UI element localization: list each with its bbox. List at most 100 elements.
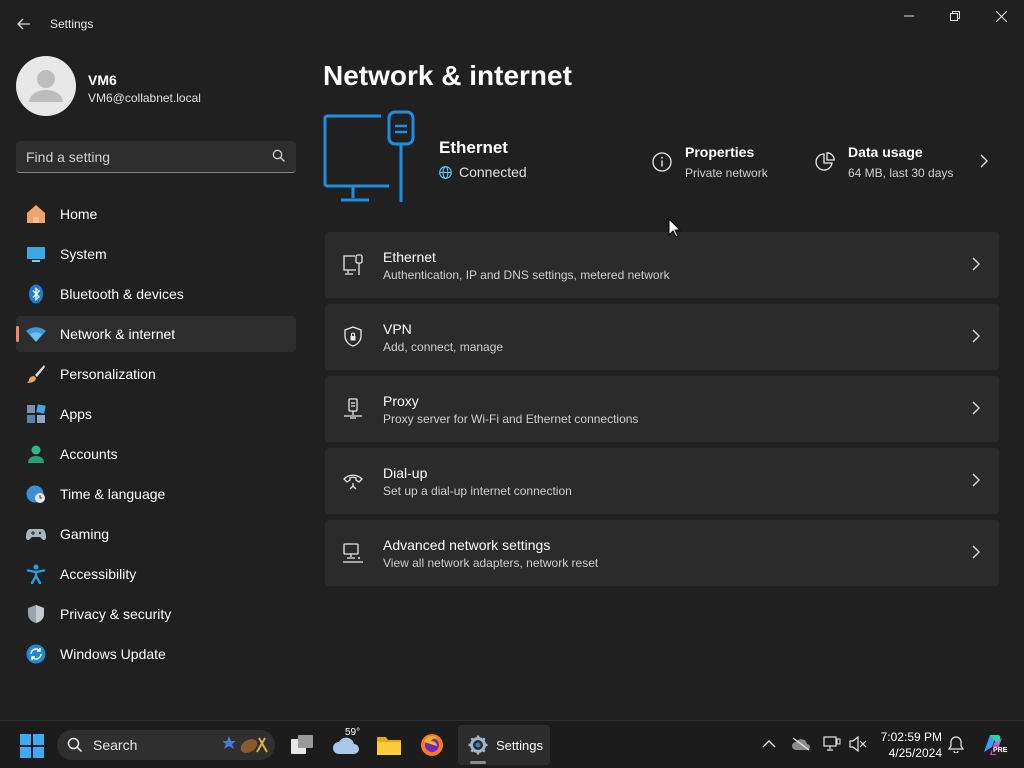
vpn-card[interactable]: VPN Add, connect, manage <box>325 304 999 370</box>
globe-clock-icon <box>26 485 45 503</box>
accessibility-icon <box>26 564 46 584</box>
pie-chart-icon <box>815 152 835 171</box>
active-app-indicator <box>470 761 486 764</box>
sidebar-item-label: Time & language <box>60 486 166 502</box>
sidebar-item-home[interactable]: Home <box>16 196 296 232</box>
network-wired-icon[interactable] <box>823 736 841 752</box>
globe-icon <box>439 165 452 179</box>
sidebar-item-personalization[interactable]: Personalization <box>16 356 296 392</box>
firefox-button[interactable] <box>416 729 448 761</box>
chevron-right-icon <box>972 545 980 559</box>
properties-title: Properties <box>685 144 755 160</box>
settings-gear-icon <box>468 735 488 755</box>
sidebar-item-label: Home <box>60 206 98 222</box>
profile-email: VM6@collabnet.local <box>88 91 201 105</box>
sidebar-item-system[interactable]: System <box>16 236 296 272</box>
connection-status-text: Connected <box>459 164 527 180</box>
settings-taskbar-button[interactable]: Settings <box>458 725 550 765</box>
card-title: Ethernet <box>383 249 436 265</box>
accounts-icon <box>28 445 44 463</box>
dialup-card[interactable]: Dial-up Set up a dial-up internet connec… <box>325 448 999 514</box>
copilot-badge: PRE <box>992 747 1009 754</box>
data-usage-block: Data usage 64 MB, last 30 days <box>848 144 953 180</box>
volume-muted-icon[interactable] <box>849 736 867 752</box>
profile-name: VM6 <box>88 72 117 88</box>
mouse-cursor-icon <box>668 218 682 238</box>
data-usage-sub: 64 MB, last 30 days <box>848 166 954 180</box>
sidebar-item-apps[interactable]: Apps <box>16 396 296 432</box>
card-title: Dial-up <box>383 465 428 481</box>
taskbar-search[interactable]: Search <box>57 730 275 760</box>
title-bar: Settings <box>0 0 1024 48</box>
update-icon <box>26 644 46 664</box>
find-setting-search[interactable]: Find a setting <box>16 141 296 173</box>
shield-icon <box>28 605 44 623</box>
copilot-button[interactable]: PRE <box>980 732 1009 758</box>
task-view-button[interactable] <box>286 729 318 761</box>
vpn-shield-icon <box>344 326 362 347</box>
sidebar-item-label: Windows Update <box>60 646 166 662</box>
card-subtitle: Add, connect, manage <box>383 340 504 354</box>
sidebar-item-time-language[interactable]: Time & language <box>16 476 296 512</box>
user-profile[interactable]: VM6 VM6@collabnet.local <box>16 56 296 118</box>
advanced-network-card[interactable]: Advanced network settings View all netwo… <box>325 520 999 586</box>
connection-summary: Ethernet Connected Properties Private ne… <box>323 108 1003 208</box>
restore-icon <box>950 11 960 21</box>
weather-cloud-icon <box>333 737 359 754</box>
chevron-right-icon <box>972 401 980 415</box>
gamepad-icon <box>26 529 46 541</box>
properties-sub: Private network <box>685 166 768 180</box>
taskbar: Search 59° Settings 7:02:59 PM 4/25/2024… <box>0 720 1024 768</box>
sidebar-item-accessibility[interactable]: Accessibility <box>16 556 296 592</box>
sidebar-item-label: Apps <box>60 406 92 422</box>
clock-date[interactable]: 4/25/2024 <box>876 746 942 760</box>
avatar <box>16 56 76 116</box>
ethernet-card[interactable]: Ethernet Authentication, IP and DNS sett… <box>325 232 999 298</box>
sidebar-item-network[interactable]: Network & internet <box>16 316 296 352</box>
close-button[interactable] <box>978 0 1024 32</box>
card-title: Proxy <box>383 393 419 409</box>
apps-icon <box>27 404 46 423</box>
firefox-icon <box>421 734 443 756</box>
card-subtitle: Set up a dial-up internet connection <box>383 484 572 498</box>
sidebar-item-gaming[interactable]: Gaming <box>16 516 296 552</box>
windows-start-icon[interactable] <box>20 734 44 758</box>
search-icon <box>67 737 83 753</box>
sidebar-item-label: Personalization <box>60 366 156 382</box>
app-title: Settings <box>50 17 94 31</box>
ethernet-monitor-icon <box>323 110 415 202</box>
clock-time[interactable]: 7:02:59 PM <box>876 730 942 744</box>
taskbar-search-label: Search <box>93 737 138 753</box>
file-explorer-button[interactable] <box>373 729 405 761</box>
sidebar-item-label: System <box>60 246 107 262</box>
minimize-button[interactable] <box>886 0 932 32</box>
notification-bell-icon[interactable] <box>948 736 964 753</box>
connection-status: Connected <box>439 164 527 180</box>
sidebar-item-accounts[interactable]: Accounts <box>16 436 296 472</box>
search-input[interactable]: Find a setting <box>26 149 110 165</box>
sidebar-item-label: Gaming <box>60 526 110 542</box>
minimize-icon <box>904 15 914 17</box>
onedrive-offline-icon[interactable] <box>791 737 811 751</box>
sidebar-item-windows-update[interactable]: Windows Update <box>16 636 296 672</box>
restore-button[interactable] <box>932 0 978 32</box>
proxy-card[interactable]: Proxy Proxy server for Wi-Fi and Etherne… <box>325 376 999 442</box>
sidebar-item-label: Accounts <box>60 446 118 462</box>
back-button[interactable] <box>12 12 36 36</box>
properties-block: Properties Private network <box>685 144 768 180</box>
search-highlight-icon <box>223 736 268 753</box>
info-icon <box>652 152 672 172</box>
chevron-up-icon[interactable] <box>762 739 776 749</box>
card-title: Advanced network settings <box>383 537 551 553</box>
sidebar-item-label: Network & internet <box>60 326 176 342</box>
brush-icon <box>27 365 45 383</box>
ethernet-icon <box>343 254 363 275</box>
sidebar-item-bluetooth[interactable]: Bluetooth & devices <box>16 276 296 312</box>
system-icon <box>27 247 45 262</box>
sidebar-item-privacy-security[interactable]: Privacy & security <box>16 596 296 632</box>
card-subtitle: Proxy server for Wi-Fi and Ethernet conn… <box>383 412 639 426</box>
back-arrow-icon <box>17 18 30 30</box>
advanced-network-icon <box>343 543 363 563</box>
user-avatar-icon <box>29 70 63 102</box>
sidebar-item-label: Bluetooth & devices <box>60 286 184 302</box>
